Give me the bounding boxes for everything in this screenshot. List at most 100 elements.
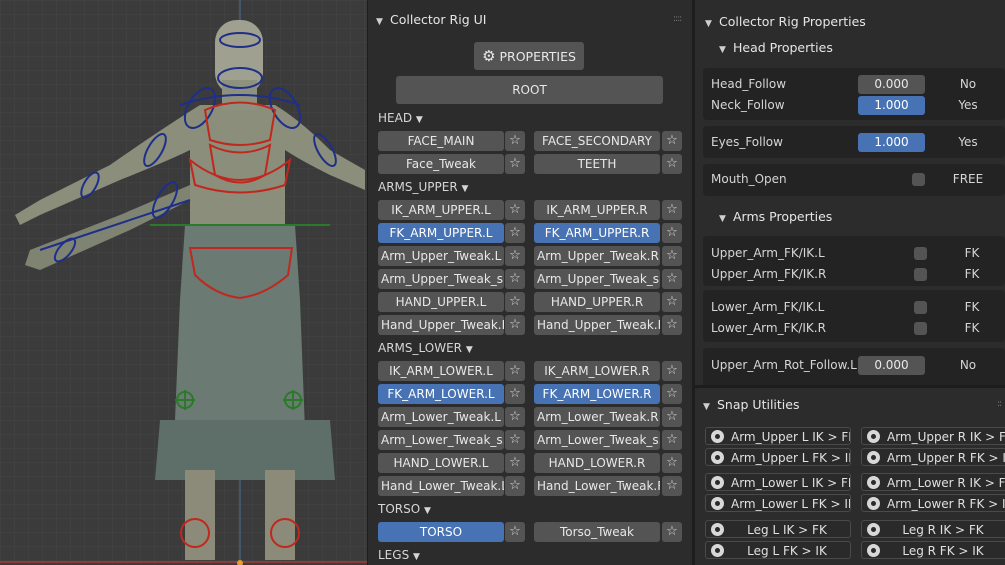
star-icon[interactable]: ☆ [662,315,682,335]
star-icon[interactable]: ☆ [662,131,682,151]
arms-properties-header[interactable]: ▼ Arms Properties [719,209,832,224]
fk-arm-lower-r-button[interactable]: FK_ARM_LOWER.R [534,384,660,404]
section-legs[interactable]: LEGS ▼ [378,548,420,562]
section-arms-lower[interactable]: ARMS_LOWER ▼ [378,341,473,355]
snap-arm-lower-r-fk-ik-button[interactable]: Arm_Lower R FK > IK [861,494,1005,512]
star-icon[interactable]: ☆ [662,407,682,427]
snap-arm-upper-r-fk-ik-button[interactable]: Arm_Upper R FK > IK [861,448,1005,466]
drag-grip-icon[interactable]: :::: [673,14,682,24]
star-icon[interactable]: ☆ [662,476,682,496]
star-icon[interactable]: ☆ [505,223,525,243]
lower-arm-fkik-l-checkbox[interactable] [914,301,927,314]
arm-lower-tweak-s-l-button[interactable]: Arm_Lower_Tweak_s... [378,430,504,450]
panel-header[interactable]: ▼ Snap Utilities [703,397,799,412]
star-icon[interactable]: ☆ [505,315,525,335]
lower-arm-fkik-r-checkbox[interactable] [914,322,927,335]
section-head[interactable]: HEAD ▼ [378,111,423,125]
ik-arm-lower-r-button[interactable]: IK_ARM_LOWER.R [534,361,660,381]
ik-arm-upper-l-button[interactable]: IK_ARM_UPPER.L [378,200,504,220]
star-icon[interactable]: ☆ [662,154,682,174]
fk-arm-upper-l-button[interactable]: FK_ARM_UPPER.L [378,223,504,243]
snap-arm-upper-r-ik-fk-button[interactable]: Arm_Upper R IK > FK [861,427,1005,445]
upper-arm-fkik-r-checkbox[interactable] [914,268,927,281]
arm-lower-tweak-r-button[interactable]: Arm_Lower_Tweak.R [534,407,660,427]
snap-icon [711,430,724,443]
star-icon[interactable]: ☆ [505,476,525,496]
face-main-button[interactable]: FACE_MAIN [378,131,504,151]
star-icon[interactable]: ☆ [662,223,682,243]
head-properties-header[interactable]: ▼ Head Properties [719,40,833,55]
star-icon[interactable]: ☆ [505,430,525,450]
collector-rig-properties-panel: ▼ Collector Rig Properties ▼ Head Properti… [695,0,1005,385]
eyes-follow-label: Eyes_Follow [711,135,783,149]
hand-lower-tweak-l-button[interactable]: Hand_Lower_Tweak.L [378,476,504,496]
star-icon[interactable]: ☆ [662,269,682,289]
hand-lower-l-button[interactable]: HAND_LOWER.L [378,453,504,473]
snap-leg-l-ik-fk-button[interactable]: Leg L IK > FK [705,520,851,538]
section-torso[interactable]: TORSO ▼ [378,502,431,516]
star-icon[interactable]: ☆ [505,407,525,427]
star-icon[interactable]: ☆ [662,522,682,542]
ik-arm-upper-r-button[interactable]: IK_ARM_UPPER.R [534,200,660,220]
head-follow-field[interactable]: 0.000 [858,75,925,94]
teeth-button[interactable]: TEETH [534,154,660,174]
ik-arm-lower-l-button[interactable]: IK_ARM_LOWER.L [378,361,504,381]
hand-lower-r-button[interactable]: HAND_LOWER.R [534,453,660,473]
hand-lower-tweak-r-button[interactable]: Hand_Lower_Tweak.R [534,476,660,496]
arm-upper-tweak-r-button[interactable]: Arm_Upper_Tweak.R [534,246,660,266]
star-icon[interactable]: ☆ [505,154,525,174]
neck-follow-field[interactable]: 1.000 [858,96,925,115]
fk-arm-lower-l-button[interactable]: FK_ARM_LOWER.L [378,384,504,404]
star-icon[interactable]: ☆ [505,200,525,220]
star-icon[interactable]: ☆ [662,246,682,266]
arm-lower-tweak-s-r-button[interactable]: Arm_Lower_Tweak_s... [534,430,660,450]
star-icon[interactable]: ☆ [662,361,682,381]
snap-arm-lower-r-ik-fk-button[interactable]: Arm_Lower R IK > FK [861,473,1005,491]
snap-leg-l-fk-ik-button[interactable]: Leg L FK > IK [705,541,851,559]
hand-upper-l-button[interactable]: HAND_UPPER.L [378,292,504,312]
torso-button[interactable]: TORSO [378,522,504,542]
upper-arm-rot-follow-l-label: Upper_Arm_Rot_Follow.L [711,358,857,372]
properties-button[interactable]: ⚙ PROPERTIES [474,42,584,70]
star-icon[interactable]: ☆ [662,453,682,473]
star-icon[interactable]: ☆ [662,430,682,450]
torso-tweak-button[interactable]: Torso_Tweak [534,522,660,542]
fk-arm-upper-r-button[interactable]: FK_ARM_UPPER.R [534,223,660,243]
panel-header[interactable]: ▼ Collector Rig Properties [705,14,866,29]
snap-leg-r-fk-ik-button[interactable]: Leg R FK > IK [861,541,1005,559]
face-secondary-button[interactable]: FACE_SECONDARY [534,131,660,151]
star-icon[interactable]: ☆ [505,292,525,312]
star-icon[interactable]: ☆ [505,131,525,151]
drag-grip-icon[interactable]: :: [997,399,1002,409]
arm-lower-tweak-l-button[interactable]: Arm_Lower_Tweak.L [378,407,504,427]
upper-arm-fkik-l-checkbox[interactable] [914,247,927,260]
arm-upper-tweak-s-r-button[interactable]: Arm_Upper_Tweak_s... [534,269,660,289]
eyes-follow-field[interactable]: 1.000 [858,133,925,152]
arm-upper-tweak-s-l-button[interactable]: Arm_Upper_Tweak_s... [378,269,504,289]
star-icon[interactable]: ☆ [505,269,525,289]
section-arms-upper[interactable]: ARMS_UPPER ▼ [378,180,468,194]
star-icon[interactable]: ☆ [505,453,525,473]
panel-header[interactable]: ▼ Collector Rig UI [376,12,486,27]
snap-arm-lower-l-fk-ik-button[interactable]: Arm_Lower L FK > IK [705,494,851,512]
snap-arm-lower-l-ik-fk-button[interactable]: Arm_Lower L IK > FK [705,473,851,491]
star-icon[interactable]: ☆ [662,292,682,312]
face-tweak-button[interactable]: Face_Tweak [378,154,504,174]
star-icon[interactable]: ☆ [662,384,682,404]
star-icon[interactable]: ☆ [505,361,525,381]
snap-leg-r-ik-fk-button[interactable]: Leg R IK > FK [861,520,1005,538]
star-icon[interactable]: ☆ [662,200,682,220]
star-icon[interactable]: ☆ [505,246,525,266]
star-icon[interactable]: ☆ [505,384,525,404]
hand-upper-r-button[interactable]: HAND_UPPER.R [534,292,660,312]
snap-arm-upper-l-ik-fk-button[interactable]: Arm_Upper L IK > FK [705,427,851,445]
mouth-open-checkbox[interactable] [912,173,925,186]
arm-upper-tweak-l-button[interactable]: Arm_Upper_Tweak.L [378,246,504,266]
3d-viewport[interactable] [0,0,367,565]
upper-arm-rot-follow-l-field[interactable]: 0.000 [858,356,925,375]
star-icon[interactable]: ☆ [505,522,525,542]
hand-upper-tweak-r-button[interactable]: Hand_Upper_Tweak.R [534,315,660,335]
hand-upper-tweak-l-button[interactable]: Hand_Upper_Tweak.L [378,315,504,335]
root-button[interactable]: ROOT [396,76,663,104]
snap-arm-upper-l-fk-ik-button[interactable]: Arm_Upper L FK > IK [705,448,851,466]
